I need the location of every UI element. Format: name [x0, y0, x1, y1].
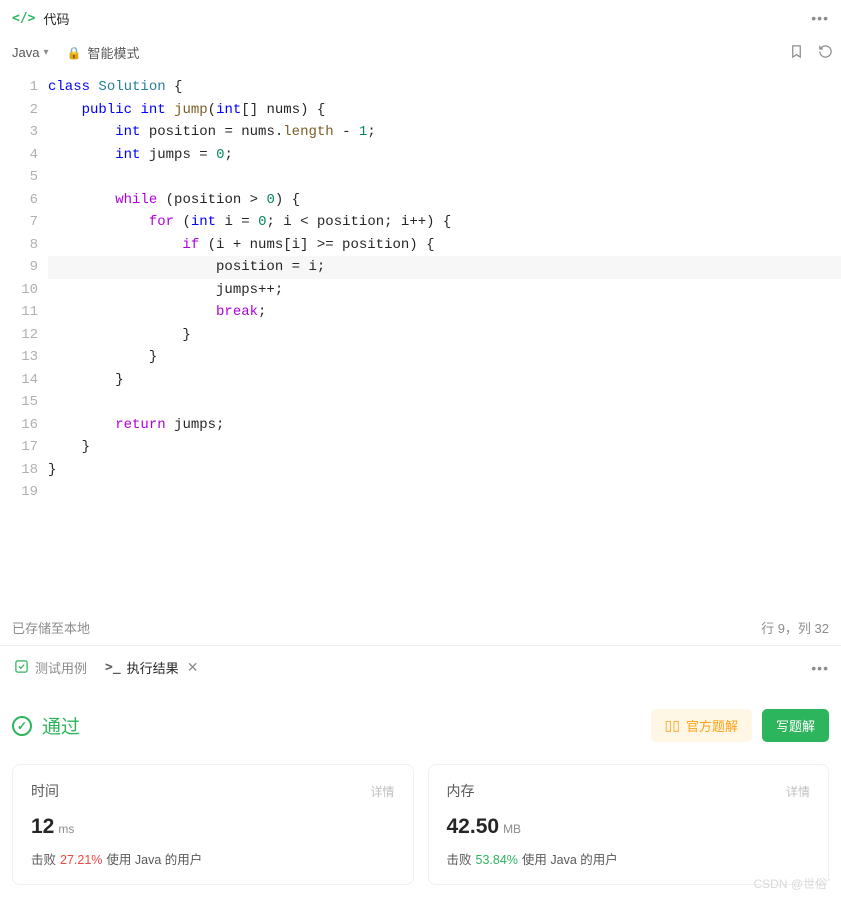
time-beat-suffix: 使用 Java 的用户 — [106, 853, 202, 867]
line-gutter: 12345678910111213141516171819 — [0, 76, 48, 590]
close-icon[interactable]: ✕ — [187, 659, 199, 676]
lock-icon: 🔒 — [67, 46, 82, 60]
memory-value: 42.50 — [447, 815, 500, 838]
check-square-icon — [14, 659, 29, 677]
bookmark-icon[interactable] — [789, 44, 804, 62]
time-detail-link[interactable]: 详情 — [370, 783, 394, 800]
code-header: 代码 ••• — [0, 0, 841, 36]
more-icon[interactable]: ••• — [811, 660, 829, 676]
header-title: 代码 — [43, 9, 69, 28]
status-bar: 已存储至本地 行 9，列 32 — [0, 609, 841, 645]
time-beat-label: 击败 — [31, 853, 56, 867]
write-solution-button[interactable]: 写题解 — [762, 709, 829, 742]
time-card: 时间 详情 12 ms 击败 27.21% 使用 Java 的用户 — [12, 764, 414, 885]
smart-mode-label: 智能模式 — [87, 43, 139, 62]
result-panel: ✓ 通过 ▯▯ 官方题解 写题解 时间 详情 12 ms 击败 27.21% 使用 J… — [0, 689, 841, 885]
write-solution-label: 写题解 — [776, 719, 815, 734]
tab-result[interactable]: >_ 执行结果 ✕ — [103, 654, 200, 681]
time-value: 12 — [31, 815, 54, 838]
code-icon — [12, 10, 35, 26]
time-unit: ms — [58, 822, 74, 836]
language-selector[interactable]: Java ▾ — [12, 45, 49, 60]
editor-toolbar: Java ▾ 🔒 智能模式 — [0, 36, 841, 70]
smart-mode[interactable]: 🔒 智能模式 — [67, 43, 140, 62]
cursor-position: 行 9，列 32 — [761, 618, 829, 637]
tab-test-cases-label: 测试用例 — [35, 658, 87, 677]
time-beat-pct: 27.21% — [60, 853, 102, 867]
terminal-icon: >_ — [105, 660, 121, 675]
restore-icon[interactable] — [818, 44, 833, 62]
result-tabs: 测试用例 >_ 执行结果 ✕ ••• — [0, 645, 841, 689]
language-label: Java — [12, 45, 39, 60]
saved-status: 已存储至本地 — [12, 618, 90, 637]
chevron-down-icon: ▾ — [43, 47, 48, 58]
result-status: 通过 — [42, 712, 80, 739]
memory-label: 内存 — [447, 781, 475, 801]
memory-beat-suffix: 使用 Java 的用户 — [522, 853, 618, 867]
memory-unit: MB — [503, 822, 521, 836]
memory-detail-link[interactable]: 详情 — [786, 783, 810, 800]
memory-beat-pct: 53.84% — [476, 853, 518, 867]
pass-check-icon: ✓ — [12, 716, 32, 736]
more-icon[interactable]: ••• — [811, 10, 829, 26]
code-area[interactable]: class Solution { public int jump(int[] n… — [48, 76, 841, 590]
official-solution-label: 官方题解 — [686, 716, 738, 735]
tab-test-cases[interactable]: 测试用例 — [12, 654, 89, 681]
official-solution-button[interactable]: ▯▯ 官方题解 — [651, 709, 752, 742]
time-label: 时间 — [31, 781, 59, 801]
tab-result-label: 执行结果 — [127, 658, 179, 677]
book-icon: ▯▯ — [665, 717, 680, 734]
memory-card: 内存 详情 42.50MB 击败 53.84% 使用 Java 的用户 — [428, 764, 830, 885]
memory-beat-label: 击败 — [447, 853, 472, 867]
code-editor[interactable]: 12345678910111213141516171819 class Solu… — [0, 70, 841, 590]
